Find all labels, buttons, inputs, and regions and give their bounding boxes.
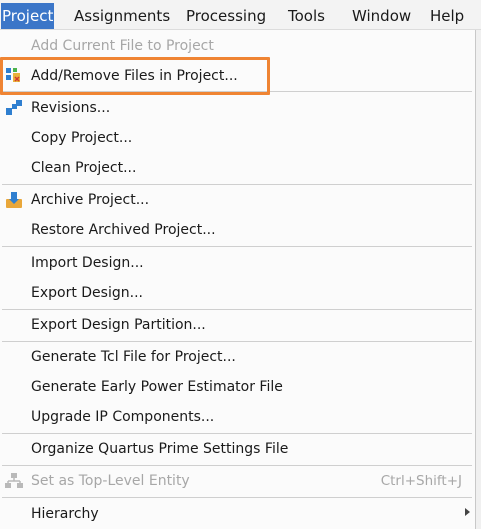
menu-item-label: Organize Quartus Prime Settings File	[31, 441, 289, 457]
menu-item-label: Export Design...	[31, 285, 143, 301]
menu-separator	[2, 497, 472, 498]
submenu-arrow-icon	[465, 508, 470, 516]
menu-item-export-design-partition[interactable]: Export Design Partition...	[0, 311, 474, 339]
menu-separator	[2, 433, 472, 434]
menu-item-label: Archive Project...	[31, 192, 150, 208]
menu-separator	[2, 246, 472, 247]
menu-item-add-current-file: Add Current File to Project	[0, 32, 474, 60]
menu-separator	[2, 184, 472, 185]
menu-item-upgrade-ip[interactable]: Upgrade IP Components...	[0, 403, 474, 431]
menu-item-hierarchy[interactable]: Hierarchy	[0, 500, 474, 528]
menu-window[interactable]: Window	[352, 5, 411, 27]
menu-item-label: Hierarchy	[31, 506, 99, 522]
menu-item-label: Import Design...	[31, 255, 144, 271]
menu-separator	[2, 341, 472, 342]
menu-item-archive-project[interactable]: Archive Project...	[0, 186, 474, 214]
menu-item-restore-archived[interactable]: Restore Archived Project...	[0, 216, 474, 244]
menu-tools[interactable]: Tools	[288, 5, 325, 27]
menu-item-copy-project[interactable]: Copy Project...	[0, 124, 474, 152]
project-dropdown-menu: Add Current File to Project Add/Remove F…	[0, 30, 476, 529]
menu-processing[interactable]: Processing	[186, 5, 266, 27]
menu-separator	[2, 309, 472, 310]
menu-item-organize-settings[interactable]: Organize Quartus Prime Settings File	[0, 435, 474, 463]
menu-project[interactable]: Project	[1, 3, 55, 29]
revisions-icon	[6, 100, 22, 115]
menu-item-label: Restore Archived Project...	[31, 222, 216, 238]
hierarchy-entity-icon	[5, 473, 23, 488]
menu-item-label: Revisions...	[31, 100, 111, 116]
menu-bar: Project Assignments Processing Tools Win…	[0, 0, 481, 30]
menu-item-label: Set as Top-Level Entity	[31, 473, 190, 489]
menu-help[interactable]: Help	[430, 5, 464, 27]
menu-assignments[interactable]: Assignments	[74, 5, 170, 27]
menu-item-label: Copy Project...	[31, 130, 133, 146]
menu-item-label: Generate Early Power Estimator File	[31, 379, 283, 395]
menu-item-clean-project[interactable]: Clean Project...	[0, 154, 474, 182]
highlight-box	[0, 57, 270, 95]
menu-item-generate-tcl[interactable]: Generate Tcl File for Project...	[0, 343, 474, 371]
menu-item-label: Export Design Partition...	[31, 317, 206, 333]
menu-separator	[2, 465, 472, 466]
menu-item-import-design[interactable]: Import Design...	[0, 249, 474, 277]
archive-icon	[6, 192, 22, 208]
menu-item-label: Clean Project...	[31, 160, 137, 176]
menu-item-generate-epe[interactable]: Generate Early Power Estimator File	[0, 373, 474, 401]
menu-item-revisions[interactable]: Revisions...	[0, 94, 474, 122]
menu-item-shortcut: Ctrl+Shift+J	[380, 473, 462, 489]
menu-item-label: Generate Tcl File for Project...	[31, 349, 236, 365]
menu-item-label: Upgrade IP Components...	[31, 409, 215, 425]
menu-item-label: Add Current File to Project	[31, 38, 214, 54]
menu-item-set-top-level: Set as Top-Level Entity Ctrl+Shift+J	[0, 467, 474, 495]
menu-item-export-design[interactable]: Export Design...	[0, 279, 474, 307]
